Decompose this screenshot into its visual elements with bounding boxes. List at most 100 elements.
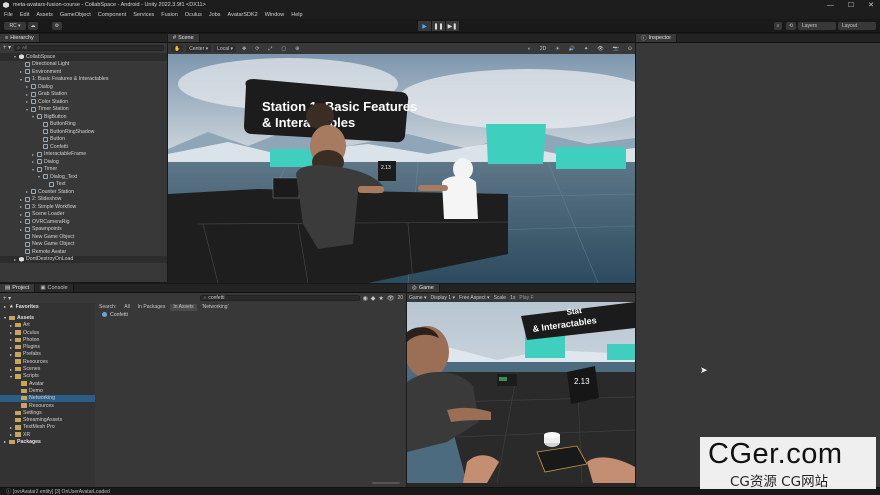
play-button[interactable]: ▶: [418, 21, 431, 31]
menu-item-assets[interactable]: Assets: [36, 12, 53, 18]
menu-item-file[interactable]: File: [4, 12, 13, 18]
history-icon[interactable]: ⟲: [786, 22, 796, 30]
folder-item[interactable]: ▸ XR: [0, 431, 95, 438]
display-dropdown[interactable]: Display 1 ▾: [431, 295, 455, 301]
close-button[interactable]: ✕: [868, 1, 874, 9]
hierarchy-item[interactable]: ▸ InteractableFrame: [0, 151, 167, 159]
folder-item[interactable]: ▸ Plugins: [0, 343, 95, 350]
menu-item-gameobject[interactable]: GameObject: [60, 12, 91, 18]
cloud-icon[interactable]: ☁: [28, 22, 38, 30]
move-tool-icon[interactable]: ✥: [239, 45, 249, 52]
hierarchy-item[interactable]: ▸ Dialog: [0, 158, 167, 166]
hierarchy-item[interactable]: ▾ Timer: [0, 166, 167, 174]
hierarchy-item[interactable]: ▾ Dialog_Text: [0, 173, 167, 181]
collab-icon[interactable]: ⚙: [52, 22, 62, 30]
hierarchy-item[interactable]: Text: [0, 181, 167, 189]
tab-project[interactable]: ▤ Project: [0, 284, 36, 292]
folder-item[interactable]: ▸ Prefabs: [0, 351, 95, 358]
search-by-label-icon[interactable]: ◆: [371, 295, 376, 302]
folder-item[interactable]: ▾ Scripts: [0, 373, 95, 380]
hierarchy-item[interactable]: ▾ Timer Station: [0, 106, 167, 114]
menu-item-oculus[interactable]: Oculus: [185, 12, 202, 18]
hierarchy-item[interactable]: ▸ Counter Station: [0, 188, 167, 196]
camera-icon[interactable]: 📷: [610, 45, 622, 52]
scene-viewport[interactable]: 2.13 Station 1: Basic Features & Interac…: [168, 54, 635, 283]
hierarchy-item[interactable]: Remote Avatar: [0, 248, 167, 256]
hierarchy-item[interactable]: ▸ Grab Station: [0, 91, 167, 99]
create-asset-button[interactable]: + ▾: [3, 295, 11, 302]
menu-item-window[interactable]: Window: [265, 12, 285, 18]
scene-root-row[interactable]: ▾ CollabSpace: [0, 53, 167, 61]
tab-inspector[interactable]: ⓘ Inspector: [636, 34, 678, 42]
expand-arrow-icon[interactable]: ▾: [14, 54, 19, 59]
game-viewport[interactable]: & Interactables Stat 2.13: [407, 302, 635, 483]
hierarchy-item[interactable]: ▸ 2: Slideshow: [0, 196, 167, 204]
hierarchy-item[interactable]: ▸ 3: Simple Workflow: [0, 203, 167, 211]
layout-dropdown[interactable]: Layout: [838, 22, 876, 30]
hand-tool-icon[interactable]: ✋: [171, 45, 184, 52]
minimize-button[interactable]: —: [827, 2, 834, 9]
folder-item[interactable]: Resources: [0, 402, 95, 409]
gizmos-icon[interactable]: ⊙: [625, 45, 635, 52]
tab-hierarchy[interactable]: ≡ Hierarchy: [0, 34, 40, 42]
aspect-dropdown[interactable]: Free Aspect ▾: [459, 295, 490, 301]
project-search-input[interactable]: ⌕ confetti: [199, 295, 360, 301]
hierarchy-item[interactable]: ▾ BigButton: [0, 113, 167, 121]
icon-size-slider[interactable]: [372, 482, 400, 484]
folder-item[interactable]: ▸ Art: [0, 322, 95, 329]
pivot-center-dropdown[interactable]: Center ▾: [186, 45, 212, 52]
mode-2d-toggle[interactable]: 2D: [537, 45, 549, 52]
hierarchy-item[interactable]: ▸ Spawnpoints: [0, 226, 167, 234]
folder-item[interactable]: Resources: [0, 358, 95, 365]
hierarchy-search-input[interactable]: ⌕ All: [14, 44, 164, 51]
transform-tool-icon[interactable]: ⊕: [292, 45, 302, 52]
hierarchy-item[interactable]: ButtonRing: [0, 121, 167, 129]
folder-item[interactable]: ▸ Scenes: [0, 365, 95, 372]
scale-tool-icon[interactable]: ⤢: [265, 45, 275, 52]
folder-item[interactable]: StreamingAssets: [0, 416, 95, 423]
hierarchy-item[interactable]: New Game Object: [0, 233, 167, 241]
assets-root-row[interactable]: ▾ Assets: [0, 314, 95, 321]
folder-item[interactable]: Networking: [0, 394, 95, 402]
hierarchy-item[interactable]: ▾ 1: Basic Features & Interactables: [0, 76, 167, 84]
hierarchy-item[interactable]: New Game Object: [0, 241, 167, 249]
visibility-icon[interactable]: 👁: [387, 295, 395, 302]
folder-item[interactable]: ▸ TextMesh Pro: [0, 424, 95, 431]
hierarchy-item[interactable]: ▸ Color Station: [0, 98, 167, 106]
hierarchy-item[interactable]: ButtonRingShadow: [0, 128, 167, 136]
game-view-dropdown[interactable]: Game ▾: [409, 295, 427, 301]
expand-arrow-icon[interactable]: ▸: [14, 257, 19, 262]
folder-item[interactable]: ▸ Photon: [0, 336, 95, 343]
search-filter-chip[interactable]: 'Networking': [199, 304, 232, 311]
hierarchy-item[interactable]: ▸ Environment: [0, 68, 167, 76]
menu-item-avatarsdk2[interactable]: AvatarSDK2: [228, 12, 258, 18]
search-filter-chip[interactable]: In Packages: [135, 304, 169, 311]
packages-row[interactable]: ▸ Packages: [0, 438, 95, 445]
hierarchy-item[interactable]: Confetti: [0, 143, 167, 151]
menu-item-edit[interactable]: Edit: [20, 12, 29, 18]
rect-tool-icon[interactable]: ▢: [278, 45, 289, 52]
menu-item-jobs[interactable]: Jobs: [209, 12, 221, 18]
folder-item[interactable]: Demo: [0, 387, 95, 394]
tab-game[interactable]: ◎ Game: [407, 284, 440, 292]
step-button[interactable]: ▶❚: [446, 21, 459, 31]
layers-dropdown[interactable]: Layers: [798, 22, 836, 30]
status-message[interactable]: [ovrAvatar2 entity] [3] OnUserAvatarLoad…: [13, 489, 110, 495]
effects-icon[interactable]: ✦: [581, 45, 591, 52]
hierarchy-item[interactable]: ▸ OVRCameraRig: [0, 218, 167, 226]
folder-item[interactable]: Avatar: [0, 380, 95, 387]
search-icon[interactable]: ⌕: [774, 22, 782, 30]
play-focused-dropdown[interactable]: Play F: [519, 295, 533, 301]
scale-value[interactable]: 1x: [510, 295, 515, 301]
hidden-objects-icon[interactable]: 👁: [594, 45, 606, 52]
menu-item-component[interactable]: Component: [98, 12, 126, 18]
favorite-star-icon[interactable]: ★: [378, 295, 383, 302]
draw-mode-icon[interactable]: ◐: [525, 45, 534, 52]
menu-item-help[interactable]: Help: [291, 12, 302, 18]
hierarchy-item[interactable]: ▸ Dialog: [0, 83, 167, 91]
favorites-row[interactable]: ▸ ★ Favorites: [0, 303, 95, 310]
hierarchy-item[interactable]: ▸ Scene Loader: [0, 211, 167, 219]
add-object-button[interactable]: + ▾: [3, 44, 11, 51]
tab-scene[interactable]: # Scene: [168, 34, 200, 42]
dont-destroy-row[interactable]: ▸ DontDestroyOnLoad: [0, 255, 167, 263]
